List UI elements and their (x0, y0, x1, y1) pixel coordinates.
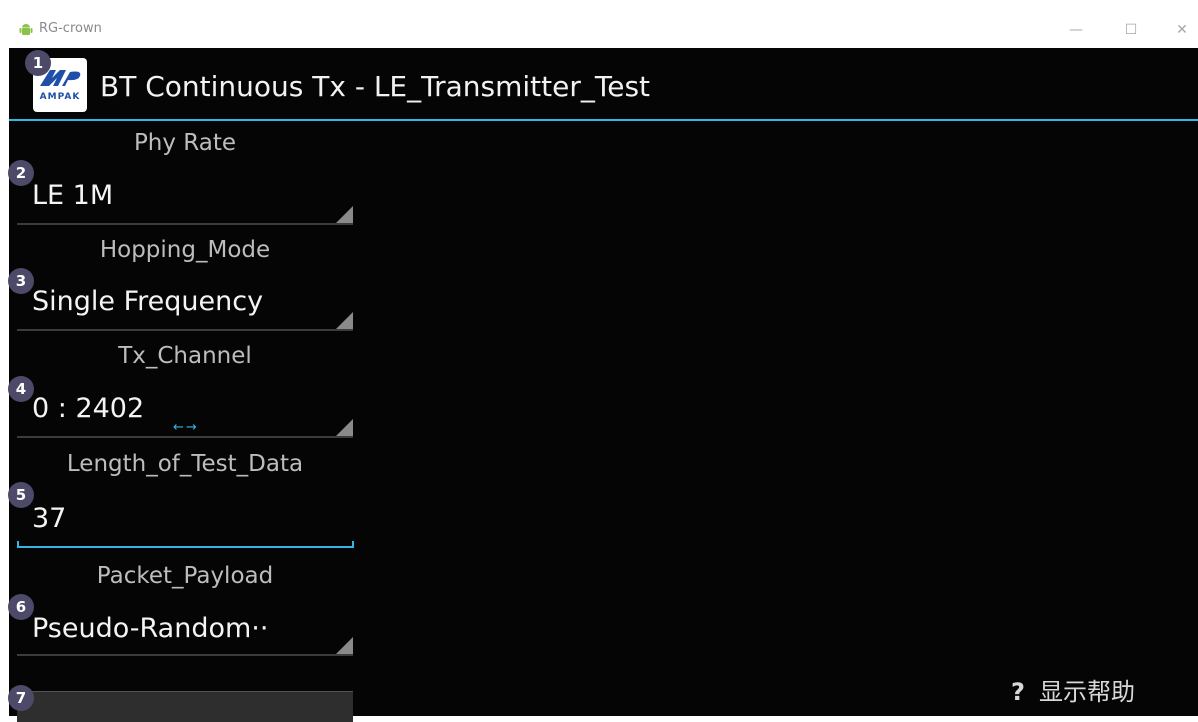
badge-5: 5 (8, 482, 34, 508)
phy-rate-dropdown-icon[interactable] (336, 206, 353, 223)
badge-4: 4 (8, 376, 34, 402)
length-of-test-data-input[interactable]: 37 (32, 503, 66, 534)
length-input-tick-left (17, 541, 19, 548)
action-bar: AMPAK BT Continuous Tx - LE_Transmitter_… (9, 48, 1198, 121)
help-icon: ? (1011, 678, 1025, 706)
badge-1: 1 (25, 50, 51, 76)
page-title: BT Continuous Tx - LE_Transmitter_Test (100, 70, 651, 103)
hopping-mode-underline (17, 329, 353, 331)
phy-rate-spinner[interactable]: LE 1M (32, 180, 113, 211)
phy-rate-label: Phy Rate (133, 130, 237, 156)
badge-3: 3 (8, 268, 34, 294)
logo-text: AMPAK (39, 92, 81, 102)
window-titlebar: RG-crown — ☐ ✕ (9, 12, 1198, 49)
packet-payload-label: Packet_Payload (96, 563, 274, 589)
android-icon (19, 24, 33, 35)
length-input-tick-right (352, 541, 354, 548)
length-input-underline (17, 546, 354, 548)
tx-channel-dropdown-icon[interactable] (336, 419, 353, 436)
close-button[interactable]: ✕ (1167, 18, 1197, 42)
badge-6: 6 (8, 594, 34, 620)
maximize-button[interactable]: ☐ (1116, 18, 1146, 42)
hopping-mode-dropdown-icon[interactable] (336, 312, 353, 329)
badge-2: 2 (8, 160, 34, 186)
tx-channel-label: Tx_Channel (118, 343, 252, 369)
badge-7: 7 (8, 685, 34, 711)
hopping-mode-spinner[interactable]: Single Frequency (32, 286, 263, 317)
hopping-mode-label: Hopping_Mode (99, 237, 271, 263)
minimize-button[interactable]: — (1061, 18, 1091, 42)
app-content: AMPAK BT Continuous Tx - LE_Transmitter_… (9, 48, 1198, 722)
phy-rate-underline (17, 223, 353, 225)
length-of-test-data-label: Length_of_Test_Data (66, 451, 304, 477)
action-button[interactable] (17, 691, 353, 722)
help-label: 显示帮助 (1039, 678, 1135, 706)
packet-payload-spinner[interactable]: Pseudo-Random·· (32, 613, 268, 644)
packet-payload-dropdown-icon[interactable] (336, 637, 353, 654)
tx-channel-spinner[interactable]: 0 : 2402 (32, 393, 144, 424)
window-title: RG-crown (39, 21, 102, 36)
help-button[interactable]: ? 显示帮助 (1005, 672, 1135, 707)
scroll-arrows-icon: ←→ (173, 420, 199, 435)
packet-payload-underline (17, 654, 353, 656)
tx-channel-underline (17, 436, 353, 438)
